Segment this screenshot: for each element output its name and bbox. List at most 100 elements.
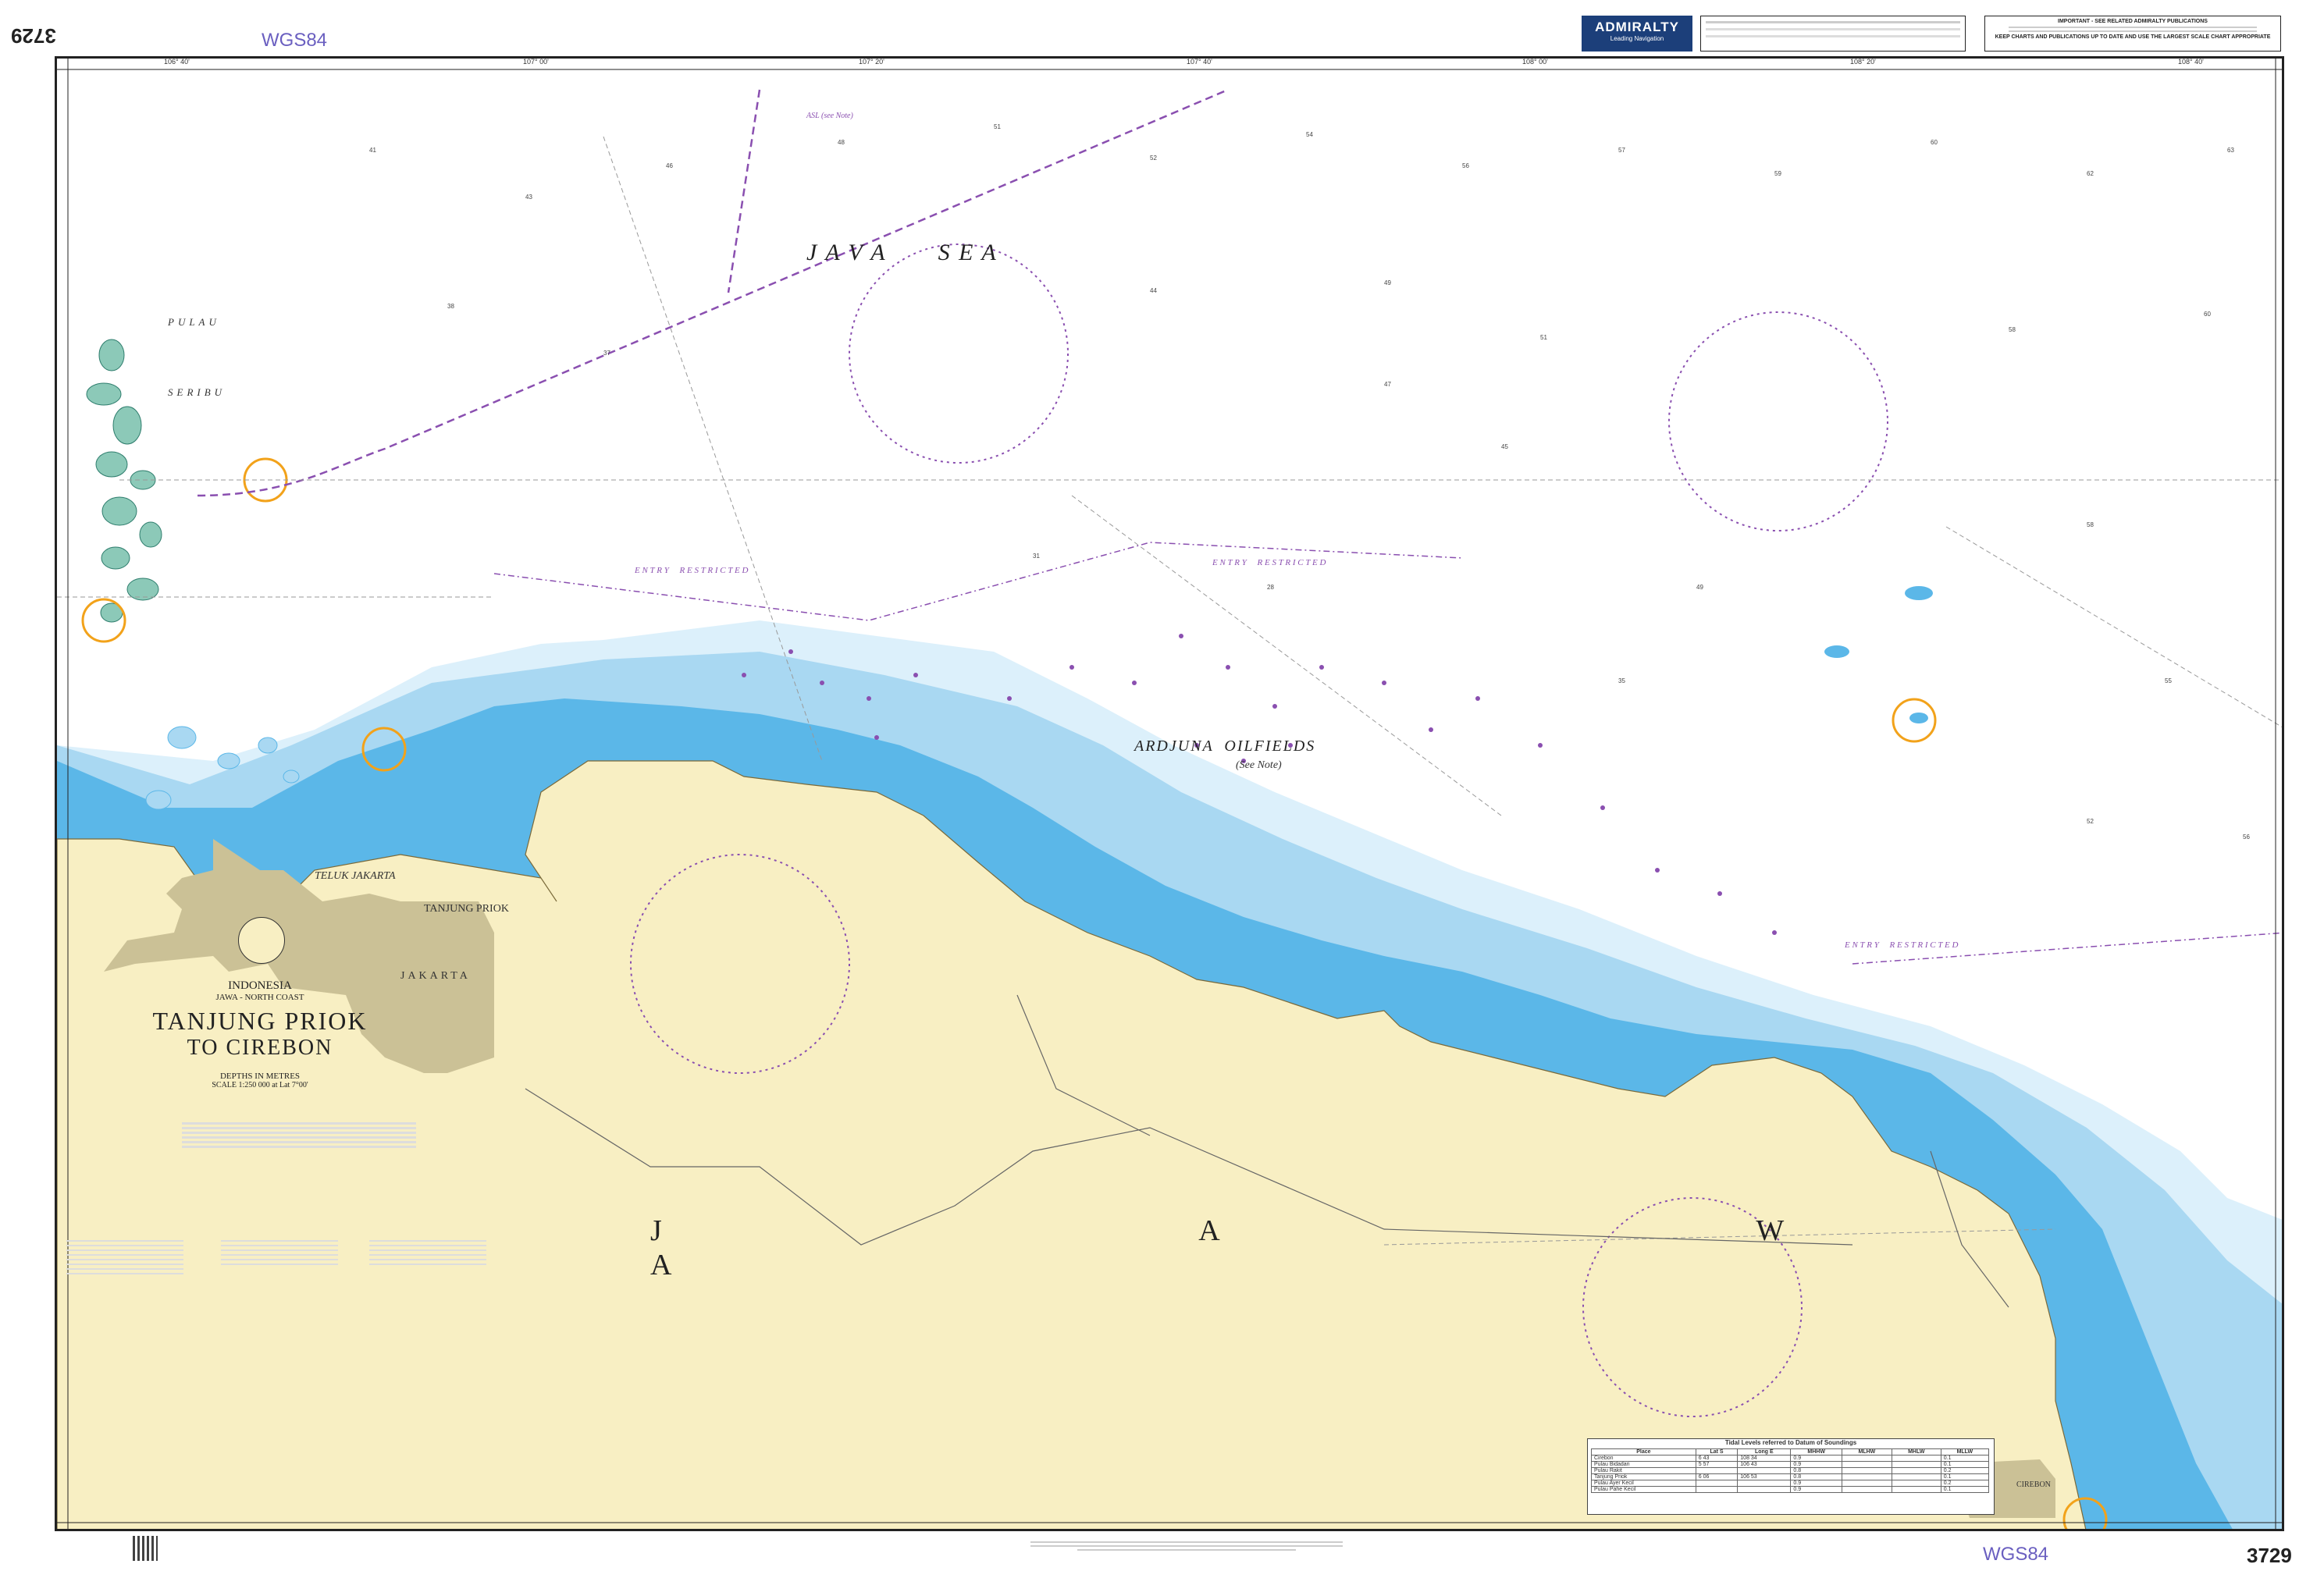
table-cell: Pulau Ayer Kecil (1591, 1480, 1696, 1487)
port-label: TANJUNG PRIOK (424, 903, 509, 915)
svg-text:47: 47 (1384, 381, 1391, 388)
svg-text:44: 44 (1150, 287, 1157, 294)
table-cell (1695, 1486, 1739, 1493)
table-cell (1891, 1480, 1941, 1487)
table-cell: Pulau Pahe Kecil (1591, 1486, 1696, 1493)
islands-east (1824, 586, 1933, 723)
publisher-logo: ADMIRALTY Leading Navigation (1582, 16, 1692, 52)
svg-text:51: 51 (1540, 334, 1547, 341)
island-group-pulau-seribu (86, 339, 162, 623)
table-cell (1737, 1486, 1792, 1493)
table-row: Pulau Bidadari 5 57 106 43 0.9 0.1 (1591, 1461, 1990, 1468)
svg-text:56: 56 (1462, 162, 1469, 169)
svg-text:49: 49 (1384, 279, 1391, 286)
table-header-cell: MHHW (1790, 1448, 1842, 1455)
table-row: Pulau Pahe Kecil 0.9 0.1 (1591, 1486, 1990, 1493)
table-row: Tanjung Priok 6 06 106 53 0.8 0.1 (1591, 1473, 1990, 1480)
table-cell: 0.9 (1790, 1461, 1842, 1468)
chart-notes-col-3 (369, 1237, 486, 1268)
svg-text:62: 62 (2087, 170, 2094, 177)
asl-label: ASL (see Note) (806, 112, 853, 120)
svg-text:54: 54 (1306, 131, 1313, 138)
svg-text:55: 55 (2165, 677, 2172, 684)
table-cell: 0.9 (1790, 1486, 1842, 1493)
svg-text:35: 35 (1618, 677, 1625, 684)
svg-text:57: 57 (1618, 147, 1625, 154)
table-row: Pulau Ayer Kecil 0.9 0.2 (1591, 1480, 1990, 1487)
svg-text:43: 43 (525, 194, 532, 201)
svg-text:41: 41 (369, 147, 376, 154)
title-line2: TO CIREBON (187, 1036, 333, 1060)
table-cell (1737, 1467, 1792, 1474)
svg-text:51: 51 (994, 123, 1001, 130)
table-cell: 106 53 (1737, 1473, 1792, 1480)
compass-rose-north (849, 243, 1069, 464)
title-block: INDONESIA JAWA - NORTH COAST TANJUNG PRI… (104, 979, 416, 1089)
table-header-cell: MHLW (1891, 1448, 1941, 1455)
svg-text:38: 38 (447, 303, 454, 310)
chart-crest (238, 917, 285, 964)
title-region: JAWA - NORTH COAST (215, 993, 304, 1002)
entry-restricted-label-1: E N T R Y R E S T R I C T E D (635, 566, 749, 575)
svg-text:56: 56 (2243, 833, 2250, 841)
table-cell: 108 34 (1737, 1455, 1792, 1462)
bay-label: TELUK JAKARTA (315, 870, 396, 882)
compass-rose-northeast (1668, 311, 1888, 531)
chart-notes-col-2 (221, 1237, 338, 1268)
chart-map[interactable]: 41 43 46 48 51 52 54 56 57 59 60 62 63 38 37 44 49 5… (57, 59, 2284, 1531)
entry-restricted-label-2: E N T R Y R E S T R I C T E D (1212, 558, 1326, 567)
table-header-cell: Place (1591, 1448, 1696, 1455)
table-cell: Pulau Rakit (1591, 1467, 1696, 1474)
datum-label-top: WGS84 (262, 30, 328, 51)
table-header-cell: MLHW (1841, 1448, 1892, 1455)
title-line1: TANJUNG PRIOK (152, 1007, 368, 1035)
qr-code[interactable] (133, 1536, 158, 1561)
chart-notes-col-1 (66, 1237, 183, 1278)
land-name-label: J A W A (650, 1214, 2049, 1281)
tide-table: Place Lat S Long E MHHW MLHW MHLW MLLW C… (1591, 1448, 1990, 1493)
table-row: Pulau Rakit 0.8 0.2 (1591, 1467, 1990, 1474)
tide-table-box: Tidal Levels referred to Datum of Soundi… (1587, 1438, 1995, 1515)
svg-text:46: 46 (666, 162, 673, 169)
table-cell (1695, 1467, 1739, 1474)
table-cell (1891, 1473, 1941, 1480)
title-scale: SCALE 1:250 000 at Lat 7°00' (212, 1081, 308, 1089)
table-cell (1841, 1473, 1892, 1480)
table-cell (1841, 1480, 1892, 1487)
sea-name-label: J A V A S E A (806, 240, 998, 265)
table-cell (1695, 1480, 1739, 1487)
important-publications-box: IMPORTANT - SEE RELATED ADMIRALTY PUBLIC… (1984, 16, 2281, 52)
table-cell: 0.9 (1790, 1480, 1842, 1487)
table-cell (1891, 1455, 1941, 1462)
table-cell: 0.1 (1940, 1486, 1990, 1493)
chart-number-bottom-right: 3729 (2247, 1544, 2292, 1567)
seribu-label: SERIBU (168, 386, 226, 398)
tide-table-title: Tidal Levels referred to Datum of Soundi… (1724, 1439, 1857, 1446)
table-cell: 5 57 (1695, 1461, 1739, 1468)
keep-up-to-date-notice: KEEP CHARTS AND PUBLICATIONS UP TO DATE … (1995, 34, 2271, 40)
table-cell (1841, 1486, 1892, 1493)
table-header-cell: Lat S (1695, 1448, 1739, 1455)
svg-text:28: 28 (1267, 584, 1274, 591)
cirebon-label: CIREBON (2016, 1480, 2051, 1489)
table-cell: 0.8 (1790, 1467, 1842, 1474)
chart-frame[interactable]: 41 43 46 48 51 52 54 56 57 59 60 62 63 38 37 44 49 5… (55, 56, 2284, 1531)
table-header-cell: Long E (1737, 1448, 1792, 1455)
route-lines (197, 88, 1229, 497)
table-cell (1891, 1486, 1941, 1493)
svg-text:60: 60 (1931, 139, 1938, 146)
datum-label-bottom: WGS84 (1983, 1544, 2049, 1565)
oilfields-see-note: (See Note) (1236, 759, 1282, 771)
title-country: INDONESIA (228, 979, 292, 992)
svg-text:60: 60 (2204, 311, 2211, 318)
svg-text:59: 59 (1774, 170, 1781, 177)
table-cell: Tanjung Priok (1591, 1473, 1696, 1480)
table-cell (1891, 1467, 1941, 1474)
svg-text:48: 48 (838, 139, 845, 146)
publisher-name: ADMIRALTY (1595, 20, 1679, 34)
svg-text:31: 31 (1033, 553, 1040, 560)
table-cell: 0.1 (1940, 1455, 1990, 1462)
svg-text:58: 58 (2009, 326, 2016, 333)
svg-text:52: 52 (1150, 155, 1157, 162)
svg-text:37: 37 (603, 350, 610, 357)
